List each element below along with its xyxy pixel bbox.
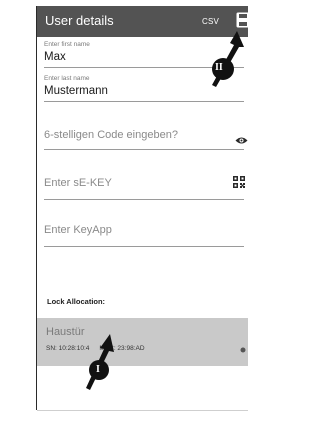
callout-label-ii: II [215, 62, 223, 73]
se-key-underline [44, 199, 244, 200]
lock-name: Haustür [46, 326, 85, 338]
callout-arrow-ii [212, 31, 244, 87]
last-name-underline [44, 101, 244, 102]
key-app-underline [44, 246, 244, 247]
more-icon[interactable] [240, 340, 248, 353]
code-underline [44, 149, 244, 150]
first-name-label: Enter first name [44, 41, 90, 48]
callout-arrow-i [86, 334, 114, 390]
qr-code-icon[interactable] [233, 175, 245, 188]
key-app-field[interactable]: Enter KeyApp [44, 224, 244, 247]
first-name-value[interactable]: Max [44, 51, 66, 63]
eye-icon[interactable] [235, 132, 248, 144]
page-title: User details [45, 13, 114, 28]
callout-label-i: I [96, 364, 100, 375]
code-field[interactable]: 6-stelligen Code eingeben? [44, 129, 244, 151]
lock-allocation-label: Lock Allocation: [47, 297, 106, 306]
code-placeholder: 6-stelligen Code eingeben? [44, 129, 178, 141]
se-key-placeholder: Enter sE-KEY [44, 177, 112, 189]
last-name-value[interactable]: Mustermann [44, 85, 108, 97]
lock-item[interactable]: Haustür SN: 10:28:10:4 MAC: 23:98:AD [37, 318, 248, 366]
key-app-placeholder: Enter KeyApp [44, 224, 112, 236]
screen-bottom-edge [37, 410, 248, 411]
last-name-label: Enter last name [44, 75, 90, 82]
se-key-field[interactable]: Enter sE-KEY [44, 177, 244, 200]
